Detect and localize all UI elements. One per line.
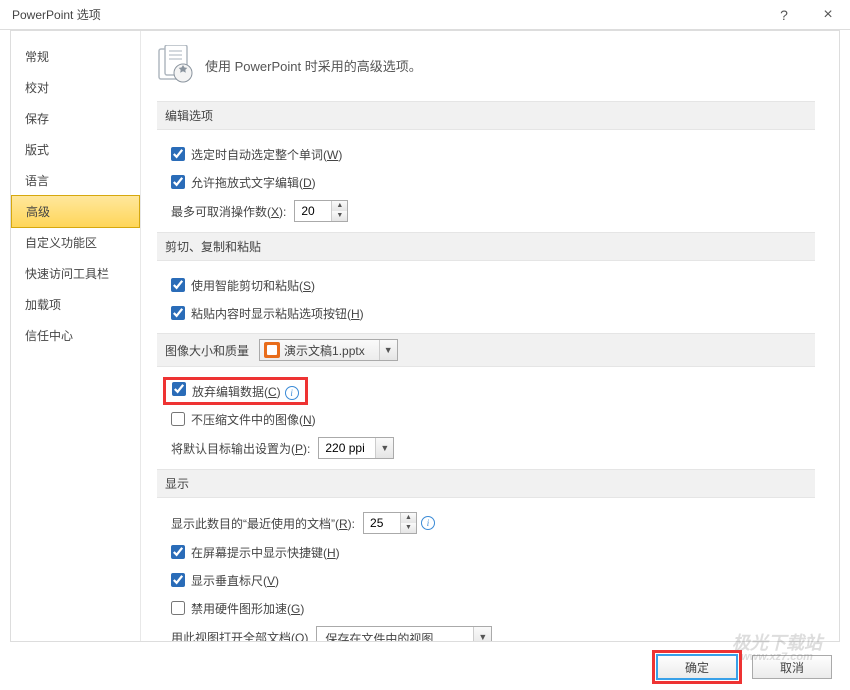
drag-edit-checkbox[interactable] (171, 175, 185, 189)
pptx-file-icon (264, 342, 280, 358)
no-compress-checkbox[interactable] (171, 412, 185, 426)
show-shortcut-label[interactable]: 在屏幕提示中显示快捷键(H) (191, 544, 340, 561)
sidebar-item-0[interactable]: 常规 (11, 41, 140, 72)
sidebar-item-5[interactable]: 高级 (11, 195, 140, 228)
highlight-ok-button: 确定 (652, 650, 742, 684)
section-paste-title: 剪切、复制和粘贴 (157, 232, 815, 261)
sidebar-item-1[interactable]: 校对 (11, 72, 140, 103)
section-display-title: 显示 (157, 469, 815, 498)
advanced-options-icon (157, 45, 193, 85)
open-view-dropdown[interactable]: 保存在文件中的视图▼ (316, 626, 492, 641)
recent-docs-input[interactable] (364, 513, 400, 533)
target-output-dropdown[interactable]: ▼ (318, 437, 394, 459)
disable-hw-accel-checkbox[interactable] (171, 601, 185, 615)
max-undo-label: 最多可取消操作数(X): (171, 203, 286, 220)
ok-button[interactable]: 确定 (657, 655, 737, 679)
sidebar: 常规校对保存版式语言高级自定义功能区快速访问工具栏加载项信任中心 (11, 31, 141, 641)
help-button[interactable]: ? (762, 1, 806, 29)
options-content: 使用 PowerPoint 时采用的高级选项。 编辑选项 选定时自动选定整个单词… (141, 31, 839, 641)
smart-cut-label[interactable]: 使用智能剪切和粘贴(S) (191, 277, 315, 294)
sidebar-item-7[interactable]: 快速访问工具栏 (11, 258, 140, 289)
sidebar-item-3[interactable]: 版式 (11, 134, 140, 165)
sidebar-item-8[interactable]: 加载项 (11, 289, 140, 320)
show-shortcut-checkbox[interactable] (171, 545, 185, 559)
sidebar-item-4[interactable]: 语言 (11, 165, 140, 196)
max-undo-up[interactable]: ▲ (332, 201, 347, 211)
open-view-label: 用此视图打开全部文档(O) (171, 629, 308, 642)
close-button[interactable]: × (806, 1, 850, 29)
no-compress-label[interactable]: 不压缩文件中的图像(N) (191, 411, 316, 428)
sidebar-item-9[interactable]: 信任中心 (11, 320, 140, 351)
paste-options-label[interactable]: 粘贴内容时显示粘贴选项按钮(H) (191, 305, 364, 322)
recent-docs-stepper[interactable]: ▲▼ (363, 512, 417, 534)
recent-docs-down[interactable]: ▼ (401, 523, 416, 533)
chevron-down-icon[interactable]: ▼ (379, 340, 397, 360)
sidebar-item-2[interactable]: 保存 (11, 103, 140, 134)
max-undo-input[interactable] (295, 201, 331, 221)
target-output-value[interactable] (319, 438, 375, 458)
header-subtitle: 使用 PowerPoint 时采用的高级选项。 (205, 56, 422, 75)
target-output-label: 将默认目标输出设置为(P): (171, 440, 310, 457)
recent-docs-label: 显示此数目的“最近使用的文档”(R): (171, 515, 355, 532)
info-icon[interactable]: i (285, 386, 299, 400)
vertical-ruler-checkbox[interactable] (171, 573, 185, 587)
info-icon[interactable]: i (421, 516, 435, 530)
window-title: PowerPoint 选项 (12, 6, 762, 23)
smart-cut-checkbox[interactable] (171, 278, 185, 292)
disable-hw-accel-label[interactable]: 禁用硬件图形加速(G) (191, 600, 304, 617)
section-edit-title: 编辑选项 (157, 101, 815, 130)
sidebar-item-6[interactable]: 自定义功能区 (11, 227, 140, 258)
chevron-down-icon[interactable]: ▼ (375, 438, 393, 458)
max-undo-stepper[interactable]: ▲▼ (294, 200, 348, 222)
auto-select-word-checkbox[interactable] (171, 147, 185, 161)
highlight-discard-edit: 放弃编辑数据(C) i (163, 377, 308, 405)
drag-edit-label[interactable]: 允许拖放式文字编辑(D) (191, 174, 316, 191)
image-file-dropdown[interactable]: 演示文稿1.pptx▼ (259, 339, 398, 361)
max-undo-down[interactable]: ▼ (332, 211, 347, 221)
auto-select-word-label[interactable]: 选定时自动选定整个单词(W) (191, 146, 342, 163)
discard-edit-label[interactable]: 放弃编辑数据(C) (192, 385, 281, 399)
vertical-ruler-label[interactable]: 显示垂直标尺(V) (191, 572, 279, 589)
recent-docs-up[interactable]: ▲ (401, 513, 416, 523)
paste-options-checkbox[interactable] (171, 306, 185, 320)
cancel-button[interactable]: 取消 (752, 655, 832, 679)
discard-edit-checkbox[interactable] (172, 382, 186, 396)
section-image-title: 图像大小和质量 演示文稿1.pptx▼ (157, 333, 815, 367)
chevron-down-icon[interactable]: ▼ (473, 627, 491, 641)
